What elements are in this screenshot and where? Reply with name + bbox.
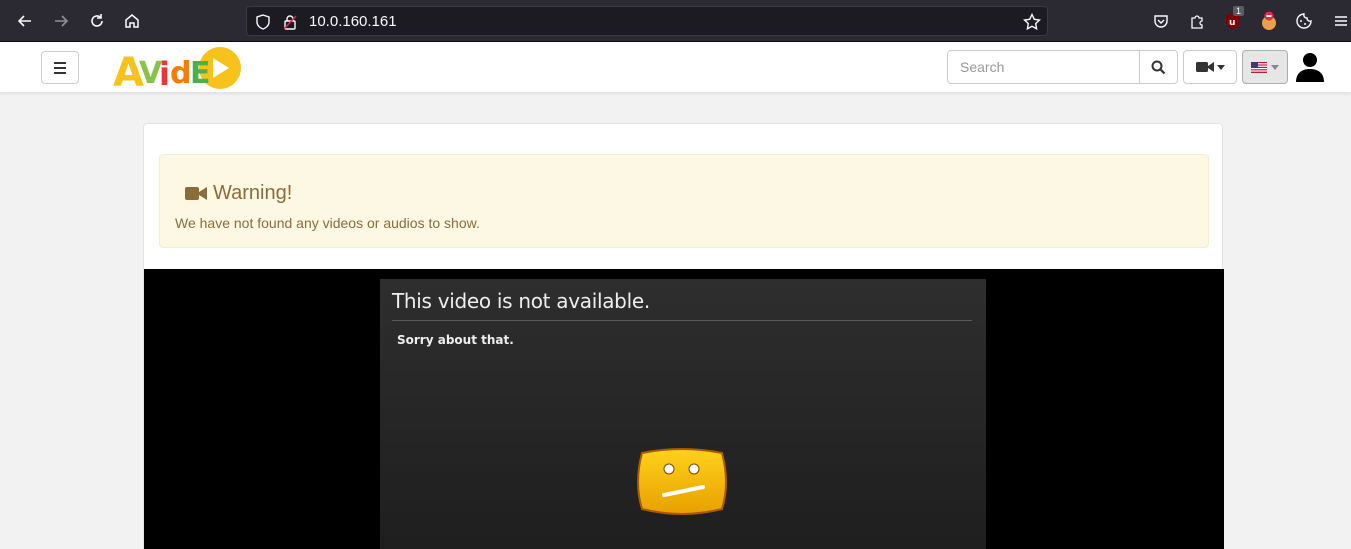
site-navbar: A V i d E [0,42,1351,93]
svg-text:i: i [159,55,170,91]
app-menu-icon[interactable] [1330,10,1351,32]
search-input[interactable] [948,51,1139,83]
svg-text:E: E [190,56,211,91]
alert-message: We have not found any videos or audios t… [175,215,480,231]
ublock-badge: 1 [1233,6,1245,16]
forward-icon[interactable] [48,8,74,34]
search-button[interactable] [1139,51,1177,83]
home-icon[interactable] [119,8,145,34]
bookmark-star-icon[interactable] [1023,13,1041,31]
extensions-puzzle-icon[interactable] [1186,10,1208,32]
alert-title: Warning! [213,182,293,204]
error-subtitle: Sorry about that. [397,333,514,347]
ublock-origin-icon[interactable]: u 1 [1222,6,1245,32]
video-camera-icon [1195,62,1214,72]
content-panel: Warning! We have not found any videos or… [143,123,1224,549]
sad-tv-face-icon [637,448,727,515]
alert-title-row: Warning! [185,182,292,205]
video-camera-icon [185,187,207,200]
back-icon[interactable] [12,8,38,34]
hamburger-menu-button[interactable] [41,51,79,84]
svg-text:u: u [1229,18,1235,28]
us-flag-icon [1251,61,1267,73]
error-divider [392,320,972,321]
caret-down-icon [1216,64,1225,70]
reload-icon[interactable] [84,8,110,34]
video-player[interactable]: This video is not available. Sorry about… [144,269,1224,549]
warning-alert: Warning! We have not found any videos or… [159,154,1209,248]
user-avatar-icon[interactable] [1294,50,1326,82]
video-error-overlay: This video is not available. Sorry about… [380,279,986,549]
error-title: This video is not available. [392,289,650,313]
avideo-logo[interactable]: A V i d E [113,45,243,91]
shield-icon[interactable] [255,14,271,30]
svg-text:d: d [170,56,191,91]
caret-down-icon [1271,64,1279,70]
pocket-icon[interactable] [1150,10,1172,32]
cookie-extension-icon[interactable] [1258,10,1280,32]
cookie-icon[interactable] [1293,10,1315,32]
language-select-button[interactable] [1242,50,1288,84]
url-text[interactable]: 10.0.160.161 [309,13,397,30]
browser-toolbar: 10.0.160.161 u 1 [0,0,1351,42]
search-box [947,50,1178,84]
url-bar[interactable]: 10.0.160.161 [246,6,1048,36]
search-icon [1151,60,1166,74]
insecure-lock-icon[interactable] [282,14,298,30]
upload-video-dropdown-button[interactable] [1183,50,1237,84]
